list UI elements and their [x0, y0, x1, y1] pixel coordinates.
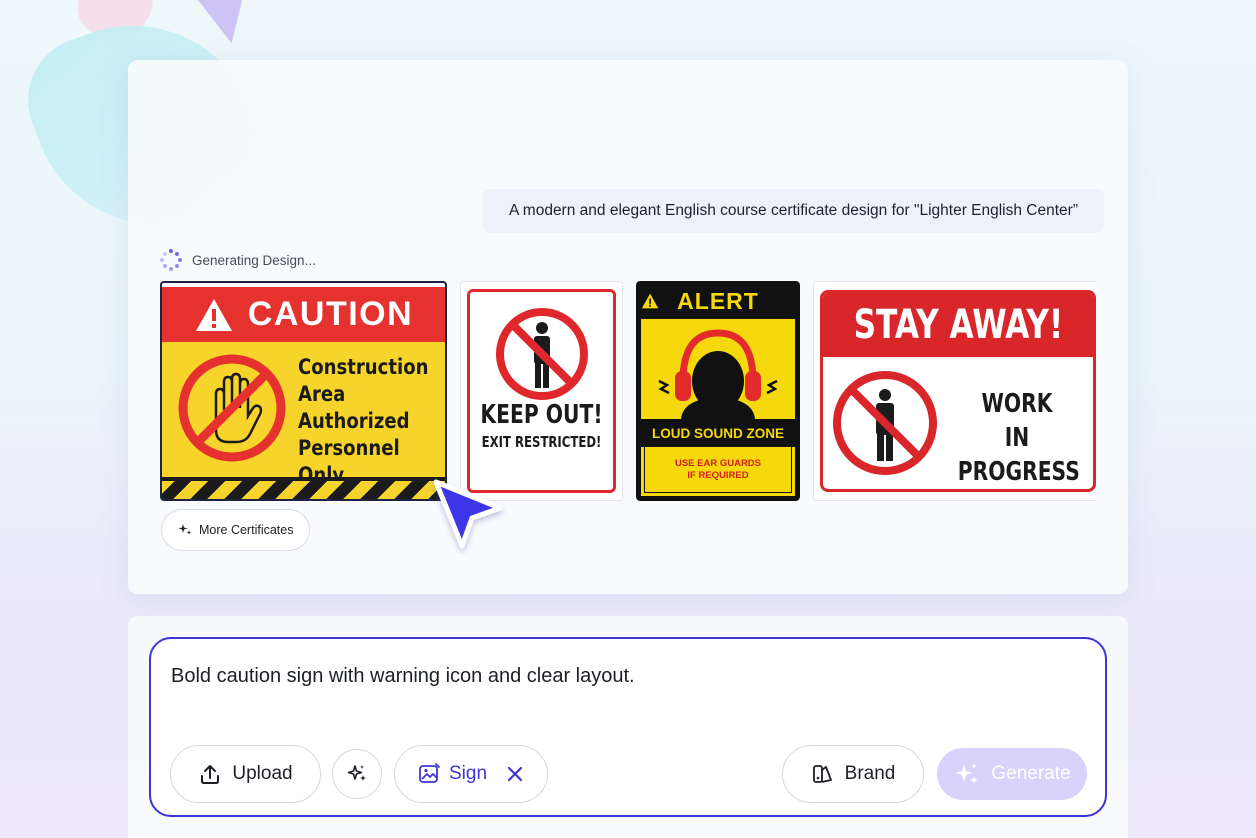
generating-status: Generating Design...	[160, 249, 316, 271]
alert-instructions: USE EAR GUARDS IF REQUIRED	[644, 447, 792, 493]
brand-label: Brand	[844, 763, 896, 784]
close-icon[interactable]	[505, 764, 525, 784]
warning-triangle-icon	[641, 293, 659, 309]
upload-button[interactable]: Upload	[170, 745, 321, 803]
design-card-alert[interactable]: ALERT LOUD SOUND ZONE USE EAR GUARDS IF …	[636, 281, 800, 501]
composer-panel: Bold caution sign with warning icon and …	[128, 616, 1128, 838]
stay-away-message: WORK IN PROGRESS	[957, 389, 1080, 487]
stay-away-header: STAY AWAY!	[823, 293, 1093, 357]
loading-spinner-icon	[160, 249, 182, 271]
design-card-stay-away[interactable]: STAY AWAY! WORK IN PROGRESS	[813, 281, 1096, 501]
mouse-pointer-icon	[433, 479, 503, 549]
generate-label: Generate	[991, 763, 1071, 784]
user-message: A modern and elegant English course cert…	[483, 189, 1104, 233]
design-card-caution[interactable]: CAUTION Construction Area Authorized Per…	[160, 281, 447, 501]
no-entry-person-icon	[833, 371, 937, 475]
design-card-keep-out[interactable]: KEEP OUT! EXIT RESTRICTED!	[460, 281, 623, 501]
sign-tag-chip[interactable]: Sign	[394, 745, 548, 803]
no-entry-person-icon	[496, 308, 588, 400]
warning-triangle-icon	[195, 298, 232, 331]
sparkle-icon	[955, 763, 979, 784]
image-sign-icon	[419, 763, 440, 783]
caution-message: Construction Area Authorized Personnel O…	[298, 355, 429, 487]
caution-body: Construction Area Authorized Personnel O…	[162, 342, 445, 487]
magic-enhance-button[interactable]	[332, 749, 382, 799]
prompt-input[interactable]: Bold caution sign with warning icon and …	[149, 637, 1107, 817]
sparkle-icon	[178, 524, 192, 535]
stay-away-frame: STAY AWAY! WORK IN PROGRESS	[820, 290, 1096, 492]
sparkle-icon	[347, 765, 366, 781]
generate-button[interactable]: Generate	[937, 748, 1087, 800]
alert-illustration	[641, 319, 795, 419]
keep-out-subtitle: EXIT RESTRICTED!	[481, 433, 602, 451]
status-text: Generating Design...	[192, 252, 316, 268]
alert-band: LOUD SOUND ZONE	[641, 419, 795, 447]
caution-title: CAUTION	[247, 295, 414, 333]
sign-label: Sign	[448, 763, 488, 784]
chat-panel: A modern and elegant English course cert…	[128, 60, 1128, 594]
ear-protection-icon	[658, 329, 778, 419]
alert-title: ALERT	[677, 287, 759, 314]
upload-label: Upload	[232, 763, 293, 784]
brand-palette-icon	[812, 765, 832, 783]
more-certificates-button[interactable]: More Certificates	[161, 509, 311, 551]
keep-out-title: KEEP OUT!	[480, 400, 603, 430]
stay-away-title: STAY AWAY!	[853, 302, 1063, 348]
more-certificates-label: More Certificates	[199, 523, 294, 537]
brand-button[interactable]: Brand	[782, 745, 924, 803]
upload-icon	[201, 765, 220, 784]
caution-header: CAUTION	[162, 287, 445, 342]
prompt-text: Bold caution sign with warning icon and …	[171, 665, 635, 687]
alert-header: ALERT	[641, 286, 795, 316]
design-gallery: CAUTION Construction Area Authorized Per…	[160, 281, 1096, 501]
hazard-stripes	[162, 477, 445, 499]
no-hand-icon	[178, 354, 286, 462]
decorative-triangle	[194, 0, 258, 49]
